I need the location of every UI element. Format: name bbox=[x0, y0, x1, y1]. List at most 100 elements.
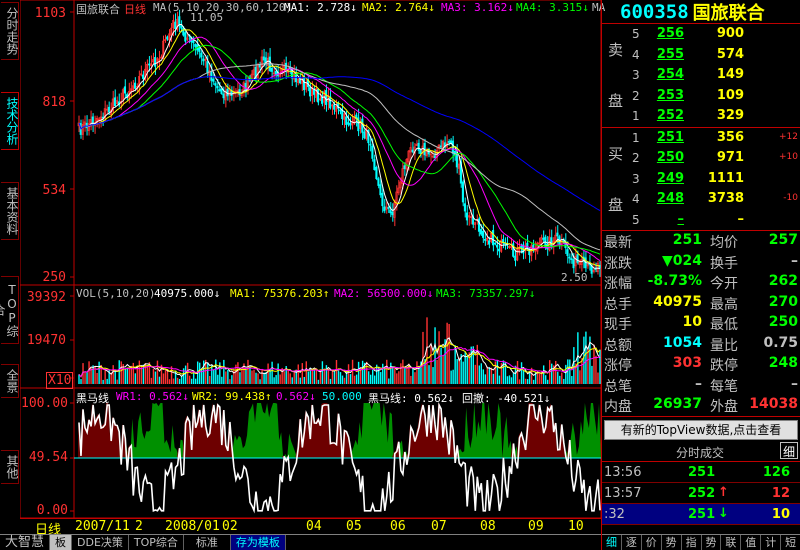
order-row[interactable]: 2 250 971 +10 bbox=[602, 148, 800, 169]
vtab-intraday[interactable]: 分时走势 bbox=[1, 2, 19, 60]
order-volume: 1111 bbox=[707, 170, 744, 186]
candle-body bbox=[465, 212, 468, 221]
candle-body bbox=[218, 89, 221, 91]
right-tab[interactable]: 价 bbox=[642, 535, 662, 550]
right-tab[interactable]: 短 bbox=[781, 535, 800, 550]
kline-chart[interactable]: 国旅联合 日线 MA(5,10,20,30,60,120) MA1: 2.728… bbox=[20, 0, 605, 518]
date-tick: 05 bbox=[346, 519, 362, 534]
brand-label: 大智慧 bbox=[0, 535, 51, 550]
ma1-readout: MA1: 2.728↓ bbox=[284, 1, 357, 14]
candle-body bbox=[570, 258, 573, 260]
candle-body bbox=[389, 209, 392, 214]
order-level: 4 bbox=[632, 47, 640, 62]
bottom-tab-save-template[interactable]: 存为模板 bbox=[230, 535, 286, 550]
candle-body bbox=[180, 25, 183, 29]
bottom-tab-standard[interactable]: 标准 bbox=[184, 535, 231, 550]
order-price[interactable]: 255 bbox=[642, 47, 684, 62]
tick-row[interactable]: :32 251 ↓ 10 bbox=[602, 503, 800, 525]
candle-body bbox=[419, 149, 422, 154]
ind-ylabel: 0.00 bbox=[36, 503, 68, 518]
quote-row: 最新 251 均价 257 bbox=[602, 231, 800, 252]
right-tab[interactable]: 指 bbox=[682, 535, 702, 550]
order-row[interactable]: 4 255 574 bbox=[602, 45, 800, 66]
order-price[interactable]: 253 bbox=[642, 88, 684, 103]
quote-value: 257 bbox=[768, 232, 798, 248]
order-price[interactable]: 256 bbox=[642, 26, 684, 41]
candle-body bbox=[345, 116, 348, 125]
order-price[interactable]: 254 bbox=[642, 67, 684, 82]
right-tab[interactable]: 逐 bbox=[622, 535, 642, 550]
tick-row[interactable]: 13:57 252 ↑ 12 bbox=[602, 483, 800, 504]
order-row[interactable]: 5– – bbox=[602, 210, 800, 231]
candle-body bbox=[566, 249, 569, 256]
order-price[interactable]: 248 bbox=[642, 191, 684, 206]
quote-value: 248 bbox=[768, 355, 798, 371]
order-price[interactable]: 250 bbox=[642, 150, 684, 165]
bottom-tab-dde[interactable]: DDE决策 bbox=[72, 535, 129, 550]
wr1-readout: WR1: 0.562↓ bbox=[116, 390, 189, 403]
vol-scale-badge: X10 bbox=[46, 372, 74, 389]
right-tab[interactable]: 计 bbox=[761, 535, 782, 550]
candle-body bbox=[498, 248, 501, 252]
tick-row[interactable]: 13:56 251 126 bbox=[602, 462, 800, 483]
order-level: 1 bbox=[632, 130, 640, 145]
order-change: -10 bbox=[783, 193, 798, 203]
bottom-tab-board[interactable]: 板 bbox=[50, 535, 73, 550]
right-tab[interactable]: 势 bbox=[662, 535, 682, 550]
candle-body bbox=[341, 110, 344, 119]
candle-body bbox=[107, 106, 110, 113]
order-row[interactable]: 3 254 149 bbox=[602, 65, 800, 86]
right-tab[interactable]: 细 bbox=[602, 535, 622, 550]
tick-title: 分时成交 bbox=[676, 445, 725, 460]
heima-readout: 黑马线: 0.562↓ bbox=[368, 392, 454, 405]
vtab-other[interactable]: 其他 bbox=[1, 450, 19, 484]
candle-body bbox=[461, 181, 464, 203]
vol-ma1-readout: MA1: 75376.203↑ bbox=[230, 287, 330, 300]
quote-label: 最新 bbox=[604, 235, 632, 251]
order-row[interactable]: 4 248 3738 -10 bbox=[602, 189, 800, 210]
order-volume: 900 bbox=[716, 26, 744, 41]
date-tick: 06 bbox=[390, 519, 406, 534]
candle-body bbox=[133, 82, 137, 89]
date-tick: 02 bbox=[222, 519, 238, 534]
candle-body bbox=[391, 211, 394, 216]
candle-body bbox=[222, 93, 225, 99]
candle-body bbox=[556, 232, 559, 237]
candle-body bbox=[347, 122, 350, 125]
quote-row: 涨停 303 跌停 248 bbox=[602, 354, 800, 375]
order-row[interactable]: 2 253 109 bbox=[602, 86, 800, 107]
order-price[interactable]: 252 bbox=[642, 108, 684, 123]
vtab-top[interactable]: TOP综合 bbox=[0, 276, 19, 344]
right-tab[interactable]: 联 bbox=[721, 535, 742, 550]
tick-detail-toggle[interactable]: 细 bbox=[780, 441, 798, 459]
candle-body bbox=[194, 44, 197, 47]
quote-row: 总额 1054 量比 0.75 bbox=[602, 334, 800, 355]
order-price[interactable]: 251 bbox=[642, 130, 684, 145]
right-tab[interactable]: 势 bbox=[702, 535, 722, 550]
vtab-fundamentals[interactable]: 基本资料 bbox=[1, 182, 19, 240]
order-price[interactable]: – bbox=[642, 212, 685, 227]
ma2-readout: MA2: 2.764↓ bbox=[362, 1, 435, 14]
quote-value: 40975 bbox=[653, 293, 702, 310]
order-row[interactable]: 3 249 1111 bbox=[602, 169, 800, 190]
candle-body bbox=[200, 52, 203, 58]
candle-body bbox=[572, 259, 575, 269]
candle-body bbox=[198, 46, 201, 52]
topview-button[interactable]: 有新的TopView数据,点击查看 bbox=[604, 419, 798, 440]
date-tick: 10 bbox=[568, 519, 584, 534]
candle-body bbox=[339, 109, 342, 112]
candle-body bbox=[379, 184, 382, 196]
vtab-panorama[interactable]: 全景 bbox=[1, 364, 19, 398]
bottom-tab-top[interactable]: TOP综合 bbox=[129, 535, 184, 550]
order-row[interactable]: 1 251 356 +12 bbox=[602, 128, 800, 149]
order-row[interactable]: 5 256 900 bbox=[602, 24, 800, 45]
right-tab[interactable]: 值 bbox=[741, 535, 762, 550]
tick-arrow-icon: ↑ bbox=[718, 484, 729, 500]
order-price[interactable]: 249 bbox=[642, 171, 684, 186]
vtab-technical[interactable]: 技术分析 bbox=[1, 92, 19, 150]
order-row[interactable]: 1 252 329 bbox=[602, 106, 800, 127]
tick-price: 251 bbox=[688, 506, 716, 522]
quote-value: 250 bbox=[768, 314, 798, 330]
quote-label: 每笔 bbox=[710, 378, 738, 395]
candle-body bbox=[333, 104, 336, 110]
